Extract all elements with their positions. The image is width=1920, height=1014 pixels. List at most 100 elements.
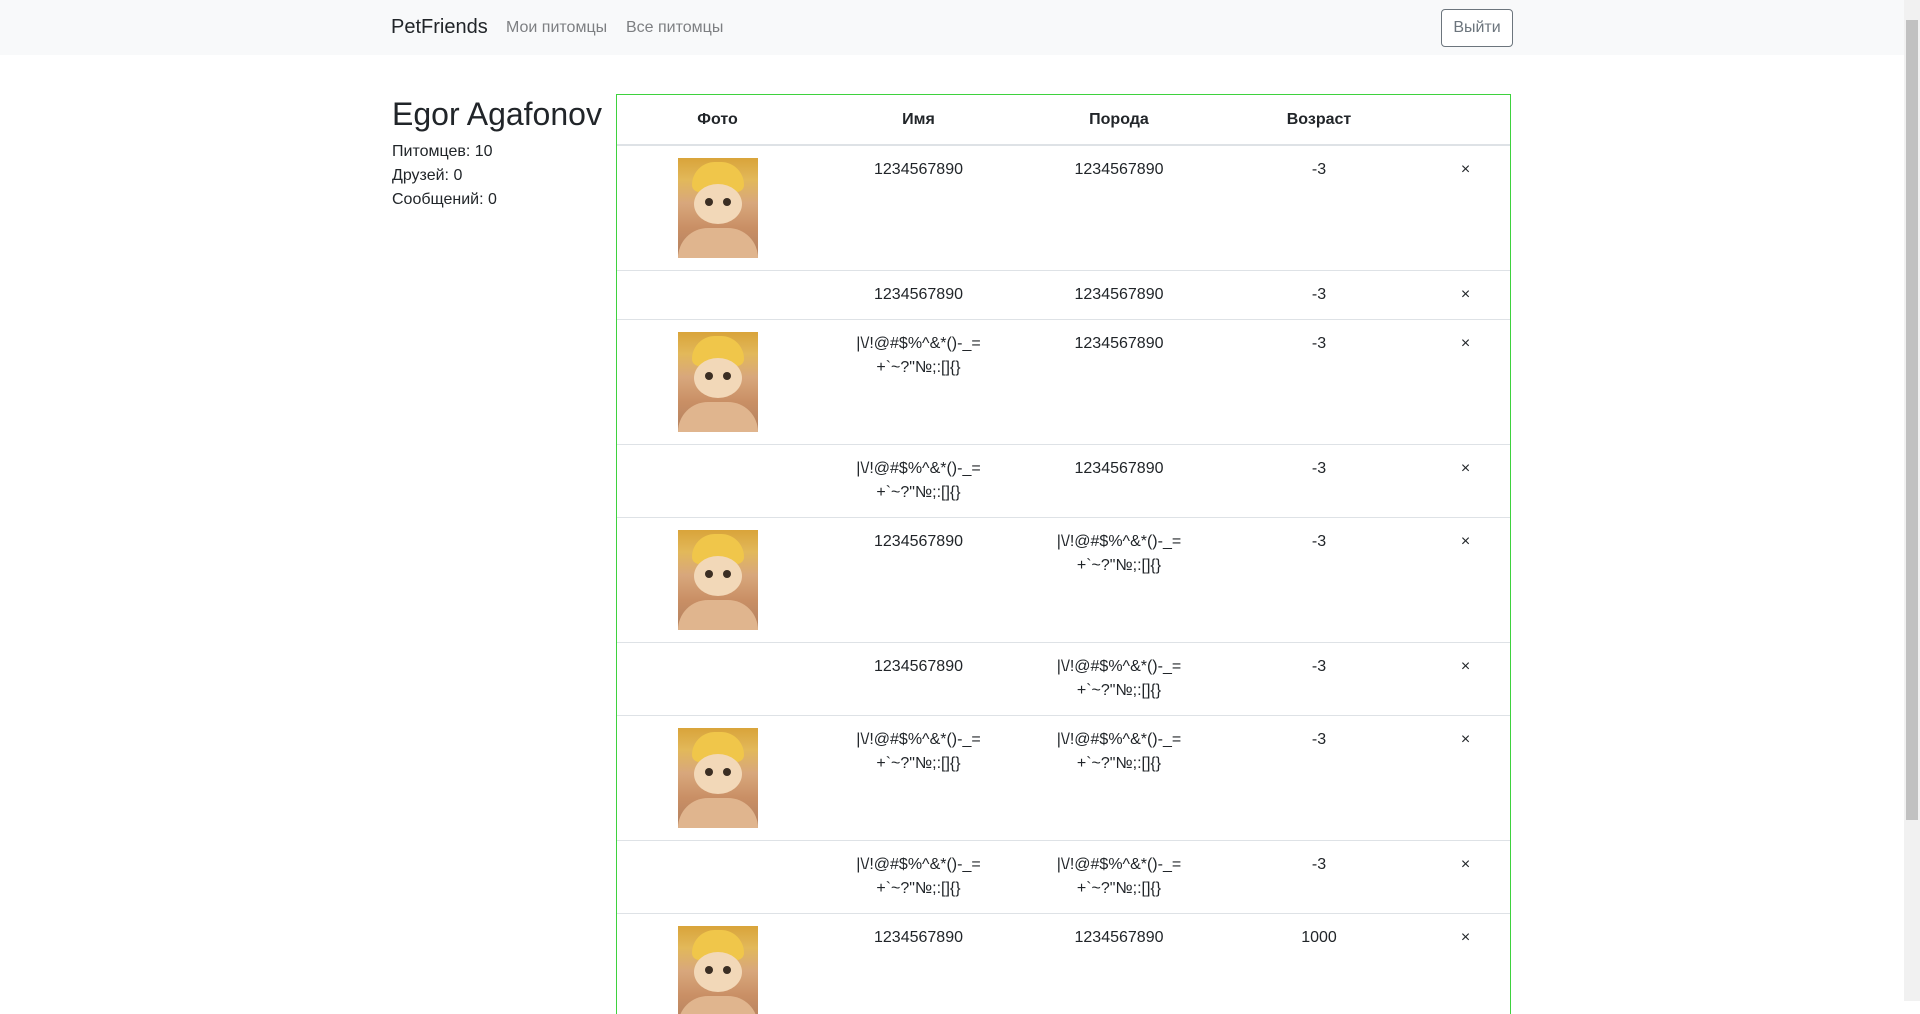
pet-age: -3 — [1312, 853, 1326, 877]
pet-name-cell: 1234567890 — [818, 145, 1019, 271]
pet-photo — [678, 332, 758, 432]
delete-pet-icon[interactable]: × — [1461, 658, 1470, 675]
column-header-actions — [1419, 95, 1511, 145]
pet-name: 1234567890 — [874, 926, 963, 950]
pet-name: 1234567890 — [874, 530, 963, 554]
pet-photo — [678, 530, 758, 630]
pet-name-cell: 1234567890 — [818, 518, 1019, 643]
delete-cell: × — [1419, 643, 1511, 716]
scrollbar-thumb[interactable] — [1906, 20, 1918, 820]
pet-age: -3 — [1312, 530, 1326, 554]
table-row: 1234567890 1234567890 -3 × — [617, 271, 1511, 320]
pet-photo-cell — [617, 643, 818, 716]
pet-age: -3 — [1312, 332, 1326, 356]
delete-pet-icon[interactable]: × — [1461, 286, 1470, 303]
pet-breed-cell: 1234567890 — [1019, 914, 1219, 1014]
pet-age-cell: -3 — [1219, 716, 1419, 841]
pet-photo — [678, 158, 758, 258]
pet-age-cell: -3 — [1219, 320, 1419, 445]
pet-age-cell: -3 — [1219, 271, 1419, 320]
pet-age: -3 — [1312, 655, 1326, 679]
pet-breed-cell: 1234567890 — [1019, 145, 1219, 271]
delete-cell: × — [1419, 914, 1511, 1014]
table-row: |\/!@#$%^&*()-_=+`~?"№;:[]{} |\/!@#$%^&*… — [617, 716, 1511, 841]
pet-breed: 1234567890 — [1075, 158, 1164, 182]
delete-pet-icon[interactable]: × — [1461, 161, 1470, 178]
pet-breed-cell: 1234567890 — [1019, 445, 1219, 518]
delete-cell: × — [1419, 320, 1511, 445]
top-navbar: PetFriends Мои питомцы Все питомцы Выйти — [0, 0, 1904, 55]
pet-name: |\/!@#$%^&*()-_=+`~?"№;:[]{} — [854, 728, 984, 776]
pet-breed-cell: |\/!@#$%^&*()-_=+`~?"№;:[]{} — [1019, 716, 1219, 841]
delete-pet-icon[interactable]: × — [1461, 335, 1470, 352]
table-row: 1234567890 |\/!@#$%^&*()-_=+`~?"№;:[]{} … — [617, 518, 1511, 643]
pet-breed-cell: |\/!@#$%^&*()-_=+`~?"№;:[]{} — [1019, 518, 1219, 643]
nav-all-pets-link[interactable]: Все питомцы — [626, 19, 723, 37]
pets-count-stat: Питомцев: 10 — [392, 140, 612, 164]
table-header-row: Фото Имя Порода Возраст — [617, 95, 1511, 145]
pet-age: -3 — [1312, 158, 1326, 182]
pet-age-cell: -3 — [1219, 643, 1419, 716]
table-row: |\/!@#$%^&*()-_=+`~?"№;:[]{} 1234567890 … — [617, 320, 1511, 445]
pet-breed: |\/!@#$%^&*()-_=+`~?"№;:[]{} — [1054, 853, 1184, 901]
friends-count-stat: Друзей: 0 — [392, 164, 612, 188]
messages-count-stat: Сообщений: 0 — [392, 188, 612, 212]
pet-name-cell: 1234567890 — [818, 271, 1019, 320]
delete-cell: × — [1419, 445, 1511, 518]
pets-table-container: Фото Имя Порода Возраст 1234567890 12345… — [616, 94, 1511, 1014]
pet-photo-cell — [617, 271, 818, 320]
pet-photo-cell — [617, 518, 818, 643]
user-stats: Питомцев: 10 Друзей: 0 Сообщений: 0 — [392, 140, 612, 212]
table-row: |\/!@#$%^&*()-_=+`~?"№;:[]{} 1234567890 … — [617, 445, 1511, 518]
pet-name: 1234567890 — [874, 283, 963, 307]
pet-breed-cell: 1234567890 — [1019, 320, 1219, 445]
logout-button[interactable]: Выйти — [1441, 9, 1513, 47]
delete-pet-icon[interactable]: × — [1461, 731, 1470, 748]
pet-age-cell: -3 — [1219, 518, 1419, 643]
table-row: 1234567890 1234567890 -3 × — [617, 145, 1511, 271]
pet-age: -3 — [1312, 283, 1326, 307]
delete-pet-icon[interactable]: × — [1461, 460, 1470, 477]
pet-age: -3 — [1312, 728, 1326, 752]
table-row: |\/!@#$%^&*()-_=+`~?"№;:[]{} |\/!@#$%^&*… — [617, 841, 1511, 914]
pet-photo-cell — [617, 145, 818, 271]
table-row: 1234567890 1234567890 1000 × — [617, 914, 1511, 1014]
column-header-name: Имя — [818, 95, 1019, 145]
user-name-heading: Egor Agafonov — [392, 94, 612, 134]
delete-cell: × — [1419, 518, 1511, 643]
pet-photo — [678, 728, 758, 828]
pet-name-cell: |\/!@#$%^&*()-_=+`~?"№;:[]{} — [818, 445, 1019, 518]
pet-age: 1000 — [1301, 926, 1337, 950]
delete-cell: × — [1419, 716, 1511, 841]
column-header-breed: Порода — [1019, 95, 1219, 145]
pet-name-cell: 1234567890 — [818, 643, 1019, 716]
brand-logo-link[interactable]: PetFriends — [391, 16, 488, 39]
delete-pet-icon[interactable]: × — [1461, 856, 1470, 873]
pets-table: Фото Имя Порода Возраст 1234567890 12345… — [617, 95, 1511, 1014]
column-header-photo: Фото — [617, 95, 818, 145]
pet-breed: 1234567890 — [1075, 283, 1164, 307]
pet-name-cell: |\/!@#$%^&*()-_=+`~?"№;:[]{} — [818, 320, 1019, 445]
pet-breed: |\/!@#$%^&*()-_=+`~?"№;:[]{} — [1054, 728, 1184, 776]
user-profile-panel: Egor Agafonov Питомцев: 10 Друзей: 0 Соо… — [392, 94, 612, 212]
pet-age-cell: -3 — [1219, 445, 1419, 518]
pet-name: |\/!@#$%^&*()-_=+`~?"№;:[]{} — [854, 332, 984, 380]
pet-name: 1234567890 — [874, 655, 963, 679]
delete-cell: × — [1419, 271, 1511, 320]
pet-age-cell: -3 — [1219, 841, 1419, 914]
pet-photo-cell — [617, 320, 818, 445]
pet-photo-cell — [617, 841, 818, 914]
delete-cell: × — [1419, 841, 1511, 914]
delete-pet-icon[interactable]: × — [1461, 929, 1470, 946]
pet-breed-cell: 1234567890 — [1019, 271, 1219, 320]
pet-breed: 1234567890 — [1075, 926, 1164, 950]
pet-breed: 1234567890 — [1075, 457, 1164, 481]
pet-breed-cell: |\/!@#$%^&*()-_=+`~?"№;:[]{} — [1019, 643, 1219, 716]
delete-pet-icon[interactable]: × — [1461, 533, 1470, 550]
delete-cell: × — [1419, 145, 1511, 271]
pet-photo-cell — [617, 445, 818, 518]
pet-breed-cell: |\/!@#$%^&*()-_=+`~?"№;:[]{} — [1019, 841, 1219, 914]
pet-age-cell: 1000 — [1219, 914, 1419, 1014]
nav-my-pets-link[interactable]: Мои питомцы — [506, 19, 607, 37]
pet-name: 1234567890 — [874, 158, 963, 182]
